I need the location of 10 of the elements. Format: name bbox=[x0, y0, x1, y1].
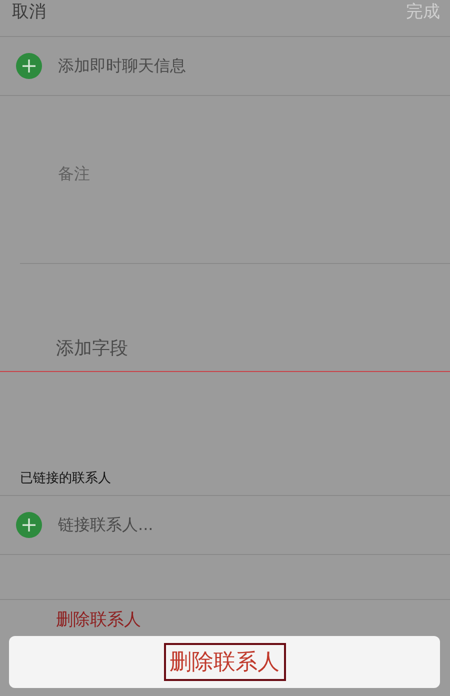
row-label[interactable]: 链接联系人... bbox=[58, 514, 154, 536]
add-icon[interactable] bbox=[16, 512, 42, 538]
delete-contact-link[interactable]: 删除联系人 bbox=[56, 608, 141, 630]
row-label[interactable]: 添加即时聊天信息 bbox=[58, 56, 186, 76]
cancel-button[interactable]: 取消 bbox=[12, 0, 46, 23]
add-field-label[interactable]: 添加字段 bbox=[56, 336, 128, 360]
delete-contact-button[interactable]: 删除联系人 bbox=[164, 643, 286, 681]
section-header: 已链接的联系人 bbox=[20, 470, 111, 487]
note-field[interactable]: 备注 bbox=[56, 162, 450, 190]
add-icon[interactable] bbox=[16, 53, 42, 79]
